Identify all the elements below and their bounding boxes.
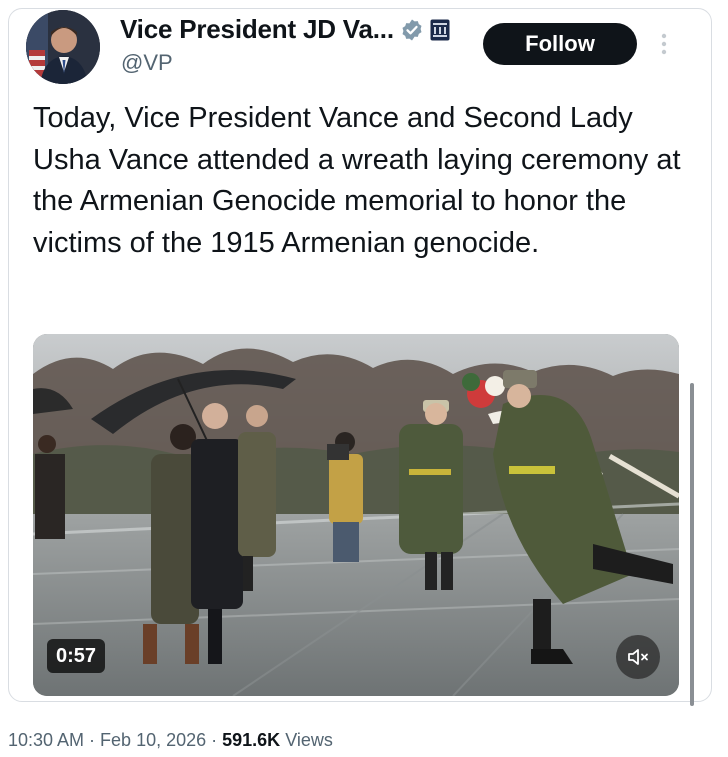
follow-button[interactable]: Follow	[483, 23, 637, 65]
more-options-icon[interactable]	[654, 26, 674, 66]
tweet-text: Today, Vice President Vance and Second L…	[33, 102, 681, 259]
video-duration: 0:57	[47, 639, 105, 673]
government-affiliate-icon[interactable]	[430, 19, 450, 41]
views-label: Views	[280, 730, 333, 750]
author-avatar[interactable]	[26, 10, 100, 84]
tweet-video[interactable]: 0:57	[33, 334, 679, 696]
scrollbar[interactable]	[690, 383, 694, 706]
views-count[interactable]: 591.6K	[222, 730, 280, 750]
author-name-row: Vice President JD Va...	[120, 14, 450, 45]
tweet-meta: 10:30 AM · Feb 10, 2026 · 591.6K Views	[8, 730, 333, 751]
verified-badge-icon	[402, 19, 422, 40]
author-name[interactable]: Vice President JD Va...	[120, 14, 394, 45]
video-frame	[33, 334, 679, 696]
muted-speaker-icon[interactable]	[616, 635, 660, 679]
author-handle[interactable]: @VP	[121, 50, 173, 76]
tweet-timestamp[interactable]: 10:30 AM · Feb 10, 2026 ·	[8, 730, 222, 750]
